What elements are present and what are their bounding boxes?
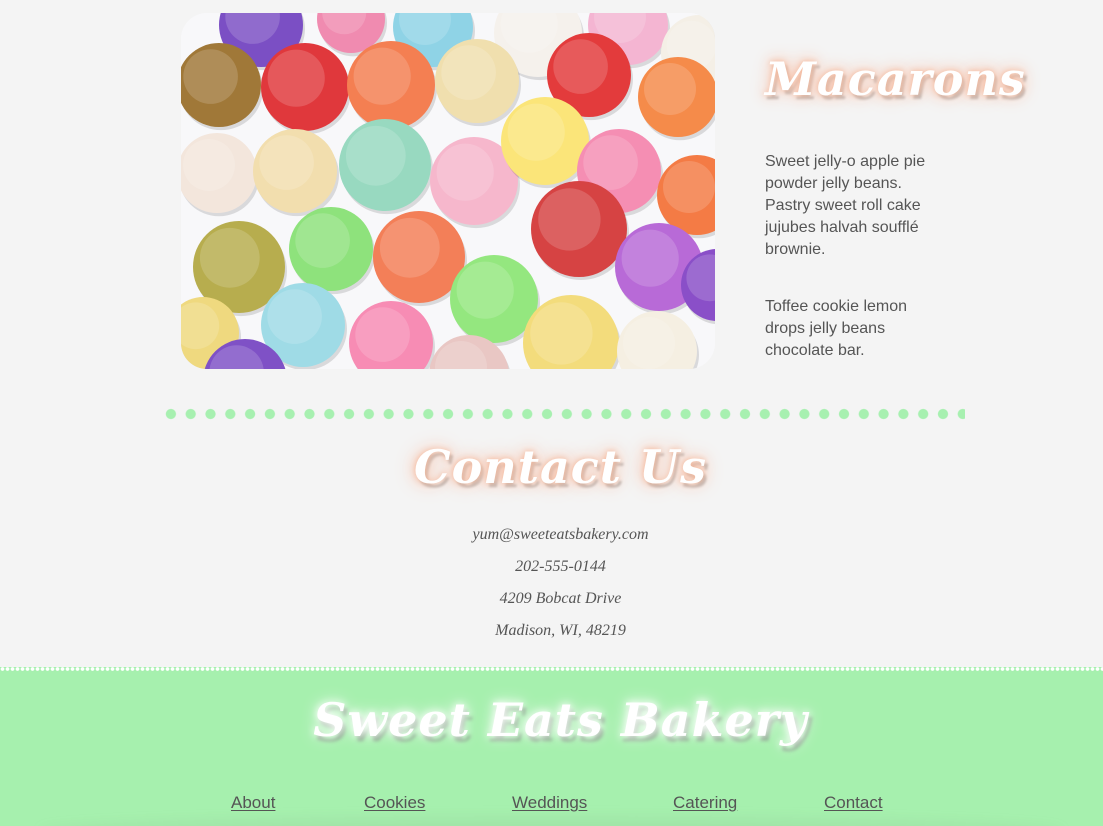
- macarons-description-2: Toffee cookie lemon drops jelly beans ch…: [765, 298, 908, 359]
- site-footer: Sweet Eats Bakery About Cookies Weddings…: [0, 667, 1103, 826]
- contact-heading: Contact Us: [413, 440, 708, 494]
- macarons-description-1: Sweet jelly-o apple pie powder jelly bea…: [765, 153, 926, 258]
- contact-city: Madison, WI, 48219: [495, 622, 626, 639]
- footer-brand-title: Sweet Eats Bakery: [313, 693, 808, 747]
- dotted-divider: [161, 408, 965, 420]
- nav-link-cookies[interactable]: Cookies: [364, 793, 425, 813]
- macaron-photo: [181, 13, 715, 369]
- nav-shadow: [40, 817, 1063, 826]
- contact-street: 4209 Bobcat Drive: [499, 590, 622, 607]
- nav-link-about[interactable]: About: [231, 793, 275, 813]
- footer-scalloped-edge: [0, 667, 1103, 671]
- macarons-heading: Macarons: [765, 52, 1026, 106]
- macarons-image: [181, 13, 715, 369]
- contact-email: yum@sweeteatsbakery.com: [472, 526, 649, 543]
- nav-link-catering[interactable]: Catering: [673, 793, 737, 813]
- nav-link-weddings[interactable]: Weddings: [512, 793, 587, 813]
- nav-link-contact[interactable]: Contact: [824, 793, 883, 813]
- contact-phone: 202-555-0144: [515, 558, 606, 575]
